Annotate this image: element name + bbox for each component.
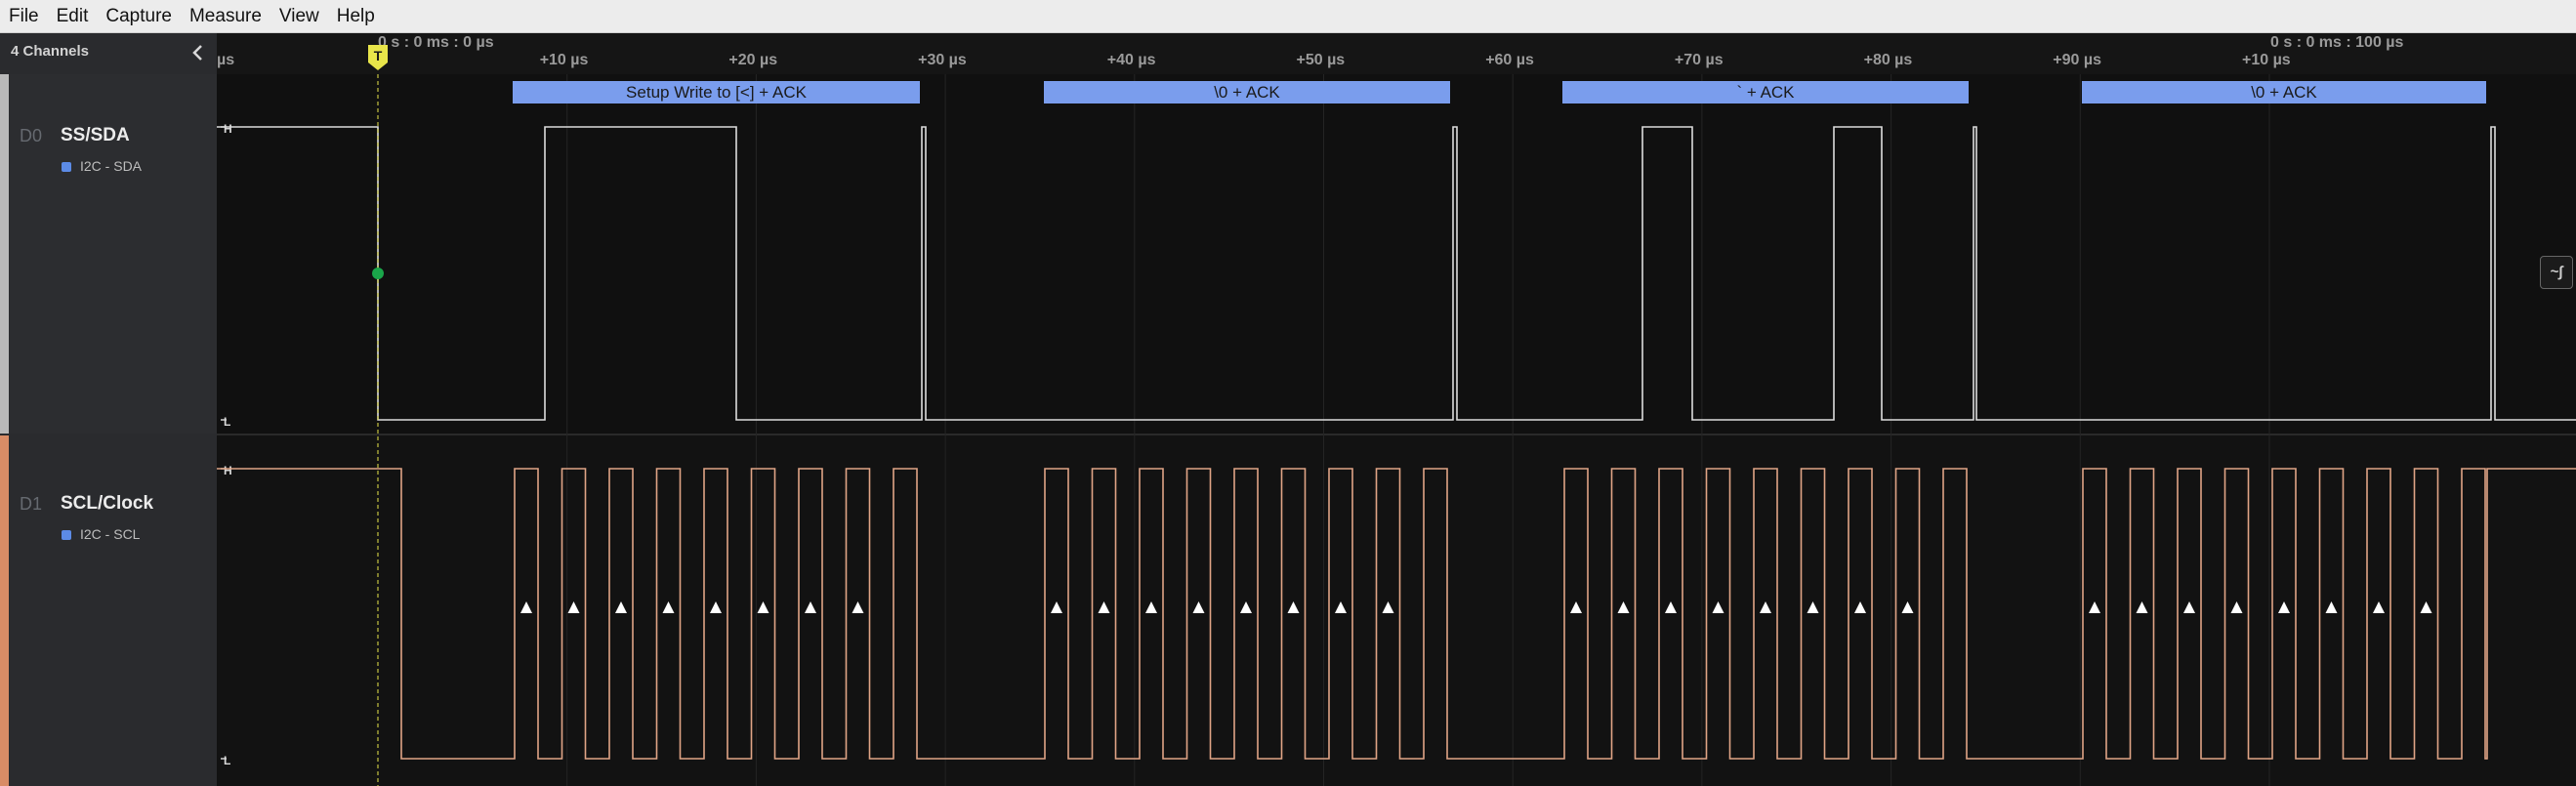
time-tick-label: +80 µs xyxy=(1864,52,1913,68)
menu-help[interactable]: Help xyxy=(328,0,384,32)
time-tick-label: +20 µs xyxy=(728,52,777,68)
level-label-low: L xyxy=(224,415,230,429)
i2c-frame-label: \0 + ACK xyxy=(2251,83,2317,102)
level-label-low: L xyxy=(224,754,230,767)
channel-sidebar: 4 Channels D0 SS/SDA I2C - SDA D1 SCL/Cl… xyxy=(0,33,217,786)
channels-count-title: 4 Channels xyxy=(11,43,90,60)
time-unit-label: µs xyxy=(217,52,234,68)
menu-capture[interactable]: Capture xyxy=(97,0,181,32)
analyzer-color-swatch xyxy=(62,162,71,172)
trigger-marker-label: T xyxy=(374,48,383,63)
time-tick-label: +90 µs xyxy=(2053,52,2101,68)
menu-edit[interactable]: Edit xyxy=(48,0,98,32)
analyzer-label[interactable]: I2C - SCL xyxy=(80,526,140,542)
menu-view[interactable]: View xyxy=(270,0,328,32)
waveform-plot[interactable]: +10 µs +20 µs +30 µs +40 µs +50 µs +60 µs +70 … xyxy=(217,33,2576,786)
time-tick-label: +50 µs xyxy=(1297,52,1346,68)
channel-color-strip xyxy=(0,74,9,434)
channel-name[interactable]: SCL/Clock xyxy=(61,493,153,515)
time-tick-label: +40 µs xyxy=(1107,52,1156,68)
channel-color-strip xyxy=(0,435,9,786)
i2c-frame-label: Setup Write to [<] + ACK xyxy=(626,83,808,102)
absolute-time-label: 0 s : 0 ms : 100 µs xyxy=(2270,34,2404,51)
absolute-time-label: 0 s : 0 ms : 0 µs xyxy=(378,34,494,51)
time-tick-label: +70 µs xyxy=(1675,52,1724,68)
channel-d0[interactable]: D0 SS/SDA I2C - SDA xyxy=(0,74,217,434)
measure-icon[interactable]: ~∫ xyxy=(2540,256,2573,289)
channel-name[interactable]: SS/SDA xyxy=(61,125,130,146)
time-tick-label: +30 µs xyxy=(918,52,967,68)
menu-bar: File Edit Capture Measure View Help xyxy=(0,0,2576,33)
lane-d0 xyxy=(217,74,2576,434)
analyzer-label[interactable]: I2C - SDA xyxy=(80,158,142,174)
menu-file[interactable]: File xyxy=(0,0,48,32)
menu-measure[interactable]: Measure xyxy=(181,0,270,32)
channel-number: D0 xyxy=(20,126,43,145)
analyzer-color-swatch xyxy=(62,530,71,540)
i2c-frame-label: \0 + ACK xyxy=(1214,83,1280,102)
time-tick-label: +10 µs xyxy=(2242,52,2291,68)
sidebar-header: 4 Channels xyxy=(0,33,217,72)
i2c-frame-label: ` + ACK xyxy=(1736,83,1795,102)
chevron-left-icon[interactable] xyxy=(187,41,209,64)
lane-divider xyxy=(217,434,2576,435)
channel-d1[interactable]: D1 SCL/Clock I2C - SCL xyxy=(0,435,217,786)
level-label-high: H xyxy=(224,464,232,477)
channel-number: D1 xyxy=(20,494,43,514)
time-tick-label: +60 µs xyxy=(1485,52,1534,68)
trigger-point-dot xyxy=(372,268,384,279)
level-label-high: H xyxy=(224,122,232,136)
time-tick-label: +10 µs xyxy=(540,52,589,68)
